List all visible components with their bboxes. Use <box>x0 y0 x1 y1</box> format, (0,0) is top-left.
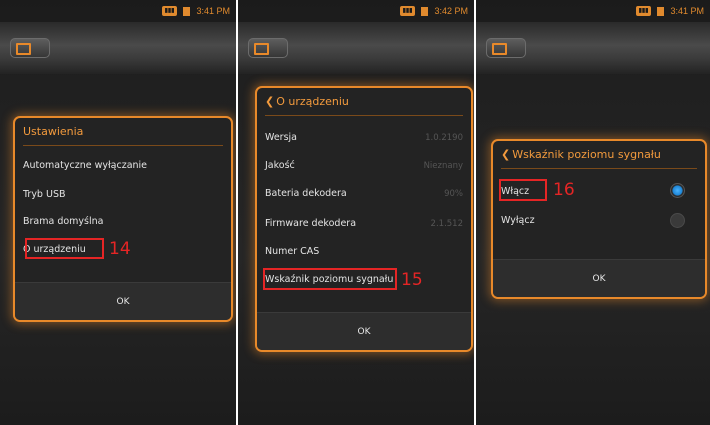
dialog-title-text: O urządzeniu <box>276 95 349 108</box>
ok-button[interactable]: OK <box>257 312 471 350</box>
status-time: 3:41 PM <box>196 6 230 16</box>
status-bar: ▮▮▮ 3:41 PM <box>0 0 236 22</box>
phone-screen-3: ▮▮▮ 3:41 PM ❮ Wskaźnik poziomu sygnału Wł… <box>476 0 710 425</box>
dialog-title: Ustawienia <box>23 118 223 146</box>
highlight-box <box>499 179 547 201</box>
set-top-box-icon[interactable] <box>10 38 50 58</box>
top-bar <box>476 22 710 74</box>
info-row-cas-number[interactable]: Numer CAS <box>265 246 319 257</box>
sd-card-icon <box>657 6 665 16</box>
menu-item-auto-off[interactable]: Automatyczne wyłączanie <box>23 160 147 171</box>
menu-item-default-gateway[interactable]: Brama domyślna <box>23 216 104 227</box>
status-bar: ▮▮▮ 3:42 PM <box>238 0 474 22</box>
set-top-box-icon[interactable] <box>486 38 526 58</box>
dialog-title[interactable]: ❮ Wskaźnik poziomu sygnału <box>501 141 697 169</box>
ok-button[interactable]: OK <box>493 259 705 297</box>
menu-item-usb-mode[interactable]: Tryb USB <box>23 189 66 200</box>
highlight-box <box>263 268 397 290</box>
info-row-value: Nieznany <box>423 161 463 171</box>
info-row-value: 90% <box>444 189 463 199</box>
signal-indicator-dialog: ❮ Wskaźnik poziomu sygnału Włącz Wyłącz 1… <box>491 139 707 299</box>
step-callout: 15 <box>401 270 423 290</box>
about-device-dialog: ❮ O urządzeniu Wersja 1.0.2190 Jakość Nie… <box>255 86 473 352</box>
info-row-label: Wersja <box>265 132 297 143</box>
dialog-title[interactable]: ❮ O urządzeniu <box>265 88 463 116</box>
info-row-label: Bateria dekodera <box>265 188 347 199</box>
info-row-label: Firmware dekodera <box>265 218 357 229</box>
sd-card-icon <box>421 6 429 16</box>
set-top-box-icon[interactable] <box>248 38 288 58</box>
chevron-left-icon[interactable]: ❮ <box>501 141 510 169</box>
top-bar <box>238 22 474 74</box>
chevron-left-icon[interactable]: ❮ <box>265 88 274 116</box>
settings-dialog: Ustawienia Automatyczne wyłączanie Tryb … <box>13 116 233 322</box>
step-callout: 14 <box>109 239 131 259</box>
signal-badge-icon: ▮▮▮ <box>399 6 416 16</box>
dialog-title-text: Wskaźnik poziomu sygnału <box>512 148 661 161</box>
status-time: 3:41 PM <box>670 6 704 16</box>
signal-badge-icon: ▮▮▮ <box>161 6 178 16</box>
step-callout: 16 <box>553 180 575 200</box>
signal-badge-icon: ▮▮▮ <box>635 6 652 16</box>
info-row-value: 2.1.512 <box>430 219 463 229</box>
ok-button[interactable]: OK <box>15 282 231 320</box>
radio-on[interactable] <box>670 183 685 198</box>
status-bar: ▮▮▮ 3:41 PM <box>476 0 710 22</box>
phone-screen-1: ▮▮▮ 3:41 PM Ustawienia Automatyczne wyłą… <box>0 0 236 425</box>
option-off-label[interactable]: Wyłącz <box>501 215 535 226</box>
sd-card-icon <box>183 6 191 16</box>
radio-off[interactable] <box>670 213 685 228</box>
info-row-value: 1.0.2190 <box>425 133 463 143</box>
highlight-box <box>25 238 104 259</box>
status-time: 3:42 PM <box>434 6 468 16</box>
phone-screen-2: ▮▮▮ 3:42 PM ❮ O urządzeniu Wersja 1.0.219… <box>238 0 474 425</box>
info-row-label: Jakość <box>265 160 295 171</box>
top-bar <box>0 22 236 74</box>
